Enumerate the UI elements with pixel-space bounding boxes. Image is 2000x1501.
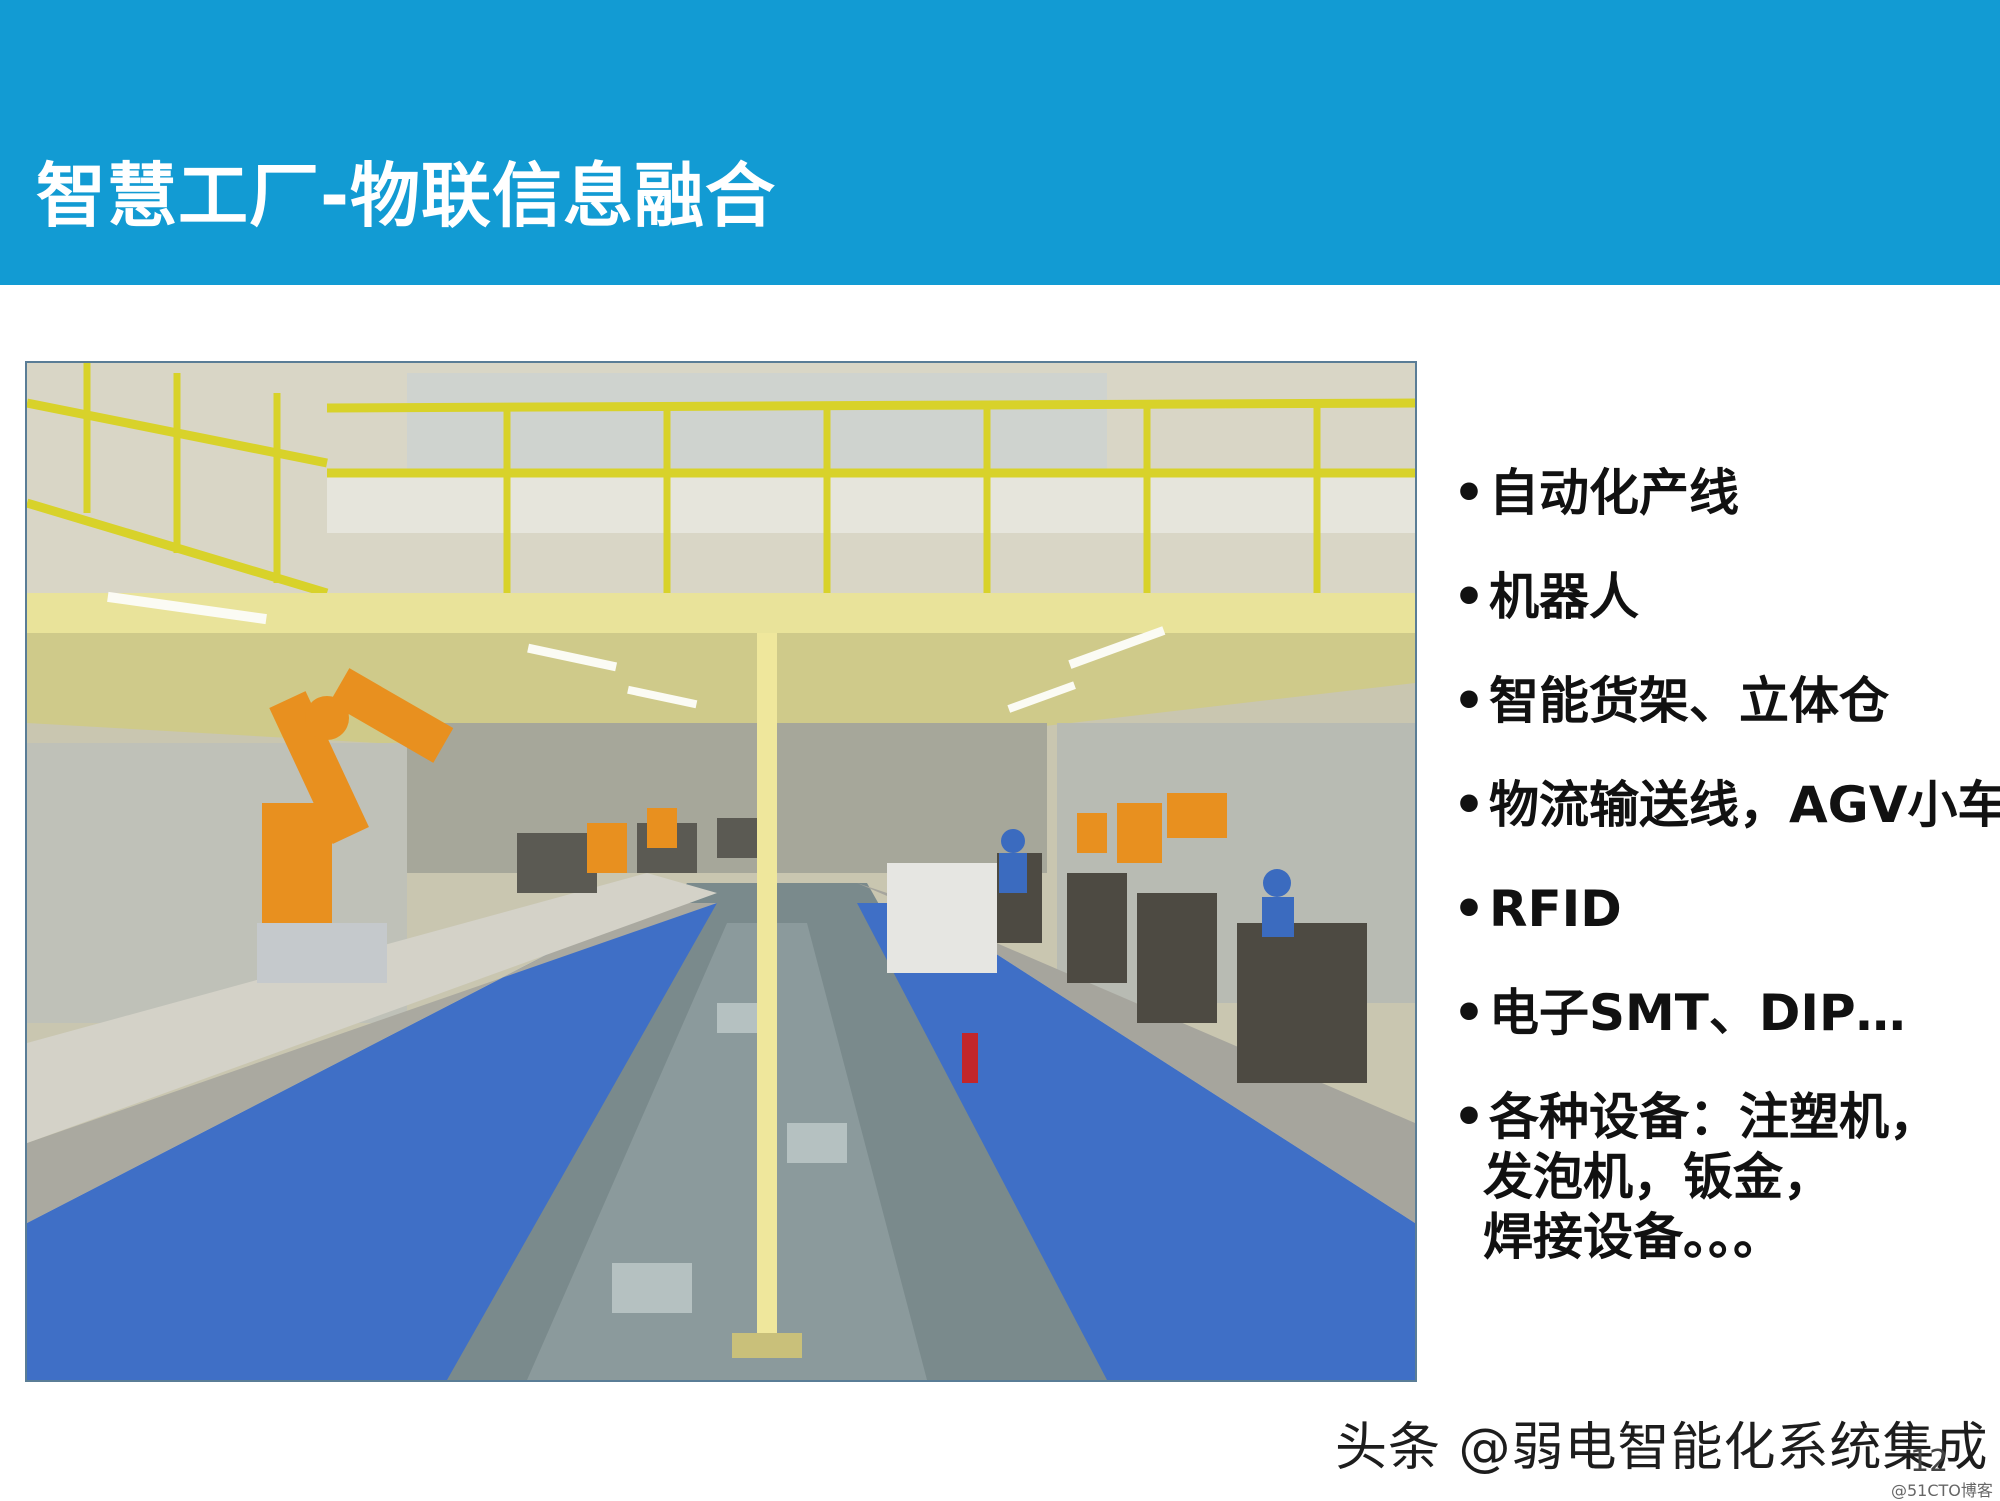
bullet-item: •物流输送线，AGV小车 — [1453, 775, 2000, 835]
bullet-line: 焊接设备。。。 — [1483, 1208, 1783, 1266]
slide-title: 智慧工厂-物联信息融合 — [36, 155, 777, 237]
bullet-item: •RFID — [1453, 879, 1993, 939]
bullet-text: 各种设备：注塑机， — [1488, 1088, 1939, 1146]
bullet-item: •电子SMT、DIP… — [1453, 983, 1993, 1043]
bullet-line: 发泡机，钣金， — [1483, 1148, 1833, 1206]
bullet-text: 机器人 — [1488, 568, 1639, 626]
bullet-marker: • — [1453, 464, 1485, 522]
source-watermark: @51CTO博客 — [1891, 1481, 1993, 1500]
bullet-item-equipment: •各种设备：注塑机， 发泡机，钣金， 焊接设备。。。 — [1453, 1087, 1993, 1267]
bullet-text: RFID — [1488, 880, 1622, 938]
bullet-list: •自动化产线 •机器人 •智能货架、立体仓 •物流输送线，AGV小车 •RFID… — [1453, 463, 2000, 1311]
bullet-item: •自动化产线 — [1453, 463, 1993, 523]
bullet-marker: • — [1453, 672, 1485, 730]
bullet-marker: • — [1453, 984, 1485, 1042]
bullet-marker: • — [1453, 568, 1485, 626]
bullet-line: •各种设备：注塑机， — [1453, 1087, 1993, 1147]
header-bar: 智慧工厂-物联信息融合 — [0, 0, 2000, 285]
bullet-text: 自动化产线 — [1488, 464, 1739, 522]
bullet-text: 电子SMT、DIP… — [1488, 984, 1906, 1042]
watermark-text: 头条 @弱电智能化系统集成 — [1335, 1418, 1989, 1478]
page-number: 12 — [1910, 1444, 1949, 1479]
bullet-marker: • — [1453, 880, 1485, 938]
bullet-marker: • — [1453, 1088, 1485, 1146]
bullet-item: •机器人 — [1453, 567, 1993, 627]
factory-photo — [25, 361, 1417, 1382]
bullet-text: 物流输送线，AGV小车 — [1488, 776, 2000, 834]
bullet-text: 智能货架、立体仓 — [1488, 672, 1889, 730]
bullet-item: •智能货架、立体仓 — [1453, 671, 1993, 731]
bullet-marker: • — [1453, 776, 1485, 834]
